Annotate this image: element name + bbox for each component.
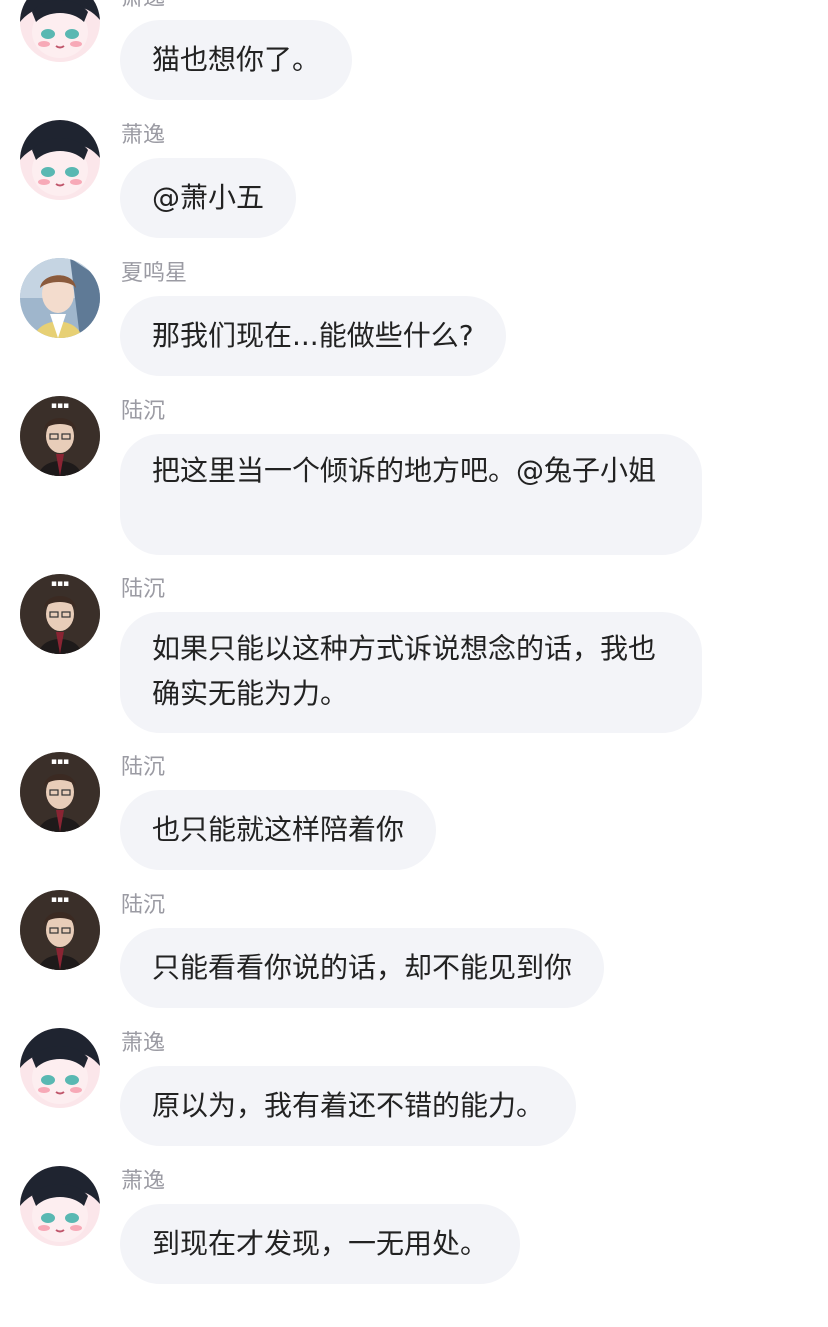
sender-name: 陆沉 <box>121 399 166 424</box>
message-bubble[interactable]: 到现在才发现，一无用处。 <box>120 1204 521 1284</box>
sender-name: 陆沉 <box>121 577 166 602</box>
svg-text:▪▪▪: ▪▪▪ <box>51 579 69 589</box>
luchen-avatar[interactable]: ▪▪▪ <box>20 890 100 970</box>
sender-name: 陆沉 <box>121 893 166 918</box>
sender-name: 萧逸 <box>121 123 166 148</box>
svg-text:▪▪▪: ▪▪▪ <box>51 895 69 905</box>
message-bubble[interactable]: 只能看看你说的话，却不能见到你 <box>120 928 605 1008</box>
sender-name: 陆沉 <box>121 755 166 780</box>
xiaoyi-avatar[interactable] <box>20 0 100 62</box>
luchen-avatar[interactable]: ▪▪▪ <box>20 752 100 832</box>
svg-text:▪▪▪: ▪▪▪ <box>51 401 69 411</box>
message-bubble[interactable]: 猫也想你了。 <box>120 20 353 100</box>
luchen-avatar[interactable]: ▪▪▪ <box>20 574 100 654</box>
message-bubble[interactable]: 那我们现在...能做些什么? <box>120 296 506 376</box>
xiaoyi-avatar[interactable] <box>20 1028 100 1108</box>
xiamingxing-avatar[interactable] <box>20 258 100 338</box>
sender-name: 萧逸 <box>121 1169 166 1194</box>
luchen-avatar[interactable]: ▪▪▪ <box>20 396 100 476</box>
sender-name: 萧逸 <box>121 1031 166 1056</box>
xiaoyi-avatar[interactable] <box>20 120 100 200</box>
message-bubble[interactable]: 如果只能以这种方式诉说想念的话，我也确实无能为力。 <box>120 612 702 733</box>
xiaoyi-avatar[interactable] <box>20 1166 100 1246</box>
message-bubble[interactable]: @萧小五 <box>120 158 297 238</box>
message-bubble[interactable]: 原以为，我有着还不错的能力。 <box>120 1066 577 1146</box>
message-bubble[interactable]: 也只能就这样陪着你 <box>120 790 437 870</box>
sender-name: 夏鸣星 <box>121 261 188 286</box>
svg-text:▪▪▪: ▪▪▪ <box>51 757 69 767</box>
sender-name: 萧逸 <box>121 0 165 12</box>
chat-message-list[interactable]: 萧逸 猫也想你了。 萧逸 @萧小五 <box>0 0 828 1327</box>
message-bubble[interactable]: 把这里当一个倾诉的地方吧。@兔子小姐 <box>120 434 702 555</box>
